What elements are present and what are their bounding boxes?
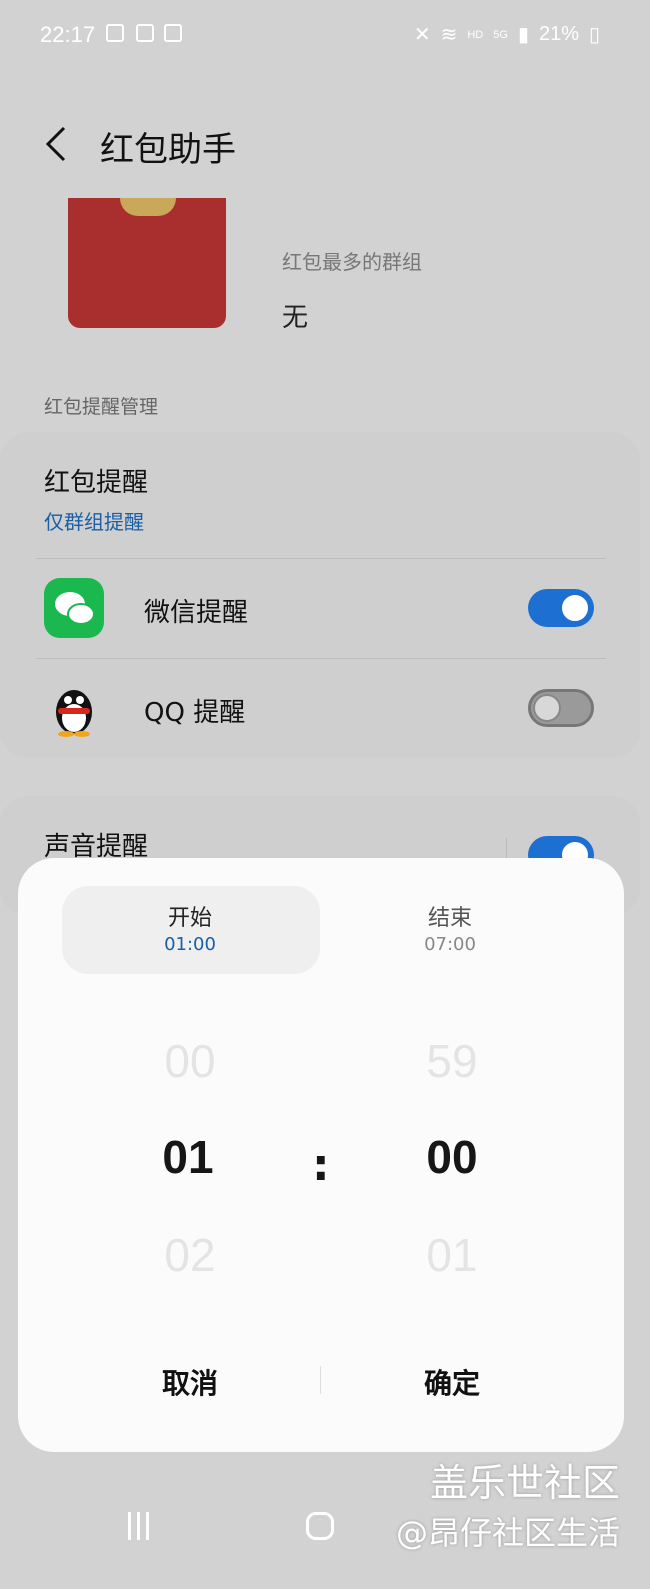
minute-prev[interactable]: 59 <box>392 1034 512 1088</box>
status-indicators: ✕ ≋ HD 5G ▮ 21% ▯ <box>414 22 600 47</box>
wechat-reminder-toggle[interactable] <box>528 589 594 627</box>
top-group-value: 无 <box>282 303 309 333</box>
minute-current[interactable]: 00 <box>392 1130 512 1184</box>
divider <box>36 558 606 559</box>
hour-next[interactable]: 02 <box>130 1228 250 1282</box>
reminder-subtitle: 仅群组提醒 <box>44 510 144 534</box>
tab-end-time[interactable]: 07:00 <box>380 934 520 955</box>
download-notification-icon <box>164 24 182 42</box>
tab-end-label[interactable]: 结束 <box>380 900 520 932</box>
network-badge: 5G <box>493 28 508 41</box>
recent-apps-button[interactable] <box>128 1512 156 1540</box>
hour-prev[interactable]: 00 <box>130 1034 250 1088</box>
divider <box>36 658 606 659</box>
hour-current[interactable]: 01 <box>128 1130 248 1184</box>
home-button[interactable] <box>306 1512 334 1540</box>
tab-start-time: 01:00 <box>164 934 216 955</box>
battery-icon: ▯ <box>588 24 600 46</box>
status-time: 22:17 <box>40 22 96 47</box>
reminder-title[interactable]: 红包提醒 <box>44 462 148 499</box>
page-title: 红包助手 <box>100 130 236 170</box>
tab-start-label: 开始 <box>167 906 212 931</box>
watermark-line2: @昂仔社区生活 <box>396 1514 621 1552</box>
hd-badge: HD <box>467 28 484 41</box>
gallery-notification-icon <box>106 24 124 42</box>
app-notification-icon <box>136 24 154 42</box>
confirm-button[interactable]: 确定 <box>372 1362 532 1402</box>
qq-icon <box>44 678 104 738</box>
mute-icon: ✕ <box>413 24 431 46</box>
minute-next[interactable]: 01 <box>392 1228 512 1282</box>
wifi-icon: ≋ <box>440 24 458 46</box>
wechat-reminder-label: 微信提醒 <box>144 598 249 628</box>
section-header: 红包提醒管理 <box>44 396 159 418</box>
qq-reminder-label: QQ 提醒 <box>144 698 246 728</box>
time-separator: : <box>312 1140 330 1191</box>
red-envelope-image <box>68 198 226 328</box>
signal-icon: ▮ <box>517 24 529 46</box>
divider <box>320 1366 321 1394</box>
qq-reminder-toggle[interactable] <box>528 689 594 727</box>
back-button[interactable] <box>40 120 80 168</box>
wechat-icon <box>44 578 104 638</box>
cancel-button[interactable]: 取消 <box>110 1362 270 1402</box>
top-group-label: 红包最多的群组 <box>282 250 422 274</box>
watermark-line1: 盖乐世社区 <box>430 1461 621 1505</box>
battery-percent: 21% <box>538 23 579 45</box>
chevron-left-icon <box>45 126 66 162</box>
